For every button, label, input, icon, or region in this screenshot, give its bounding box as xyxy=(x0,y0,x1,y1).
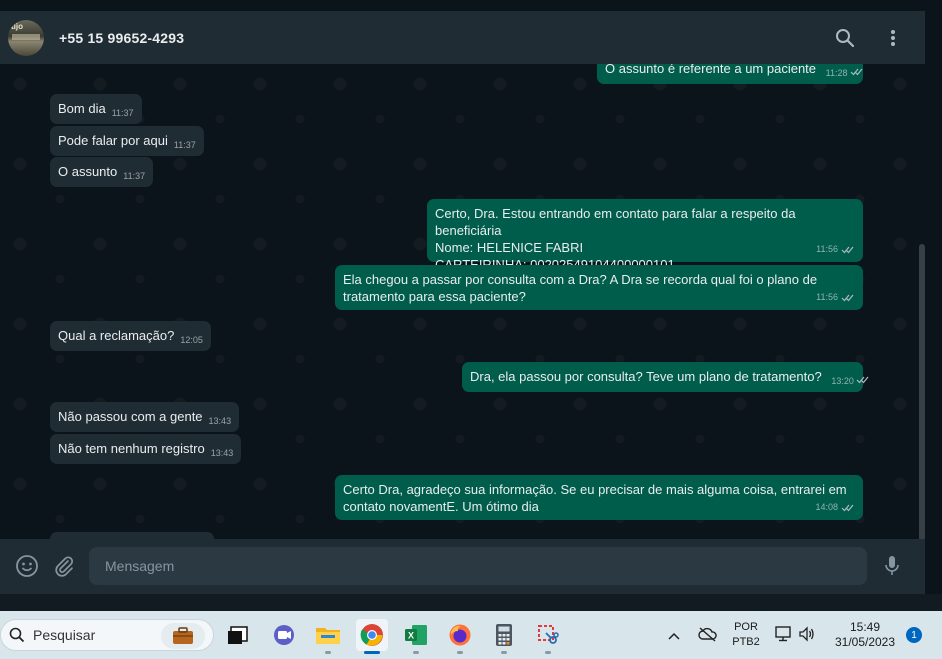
chat-header: ujo +55 15 99652-4293 xyxy=(0,11,925,64)
clock-date: 31/05/2023 xyxy=(834,635,896,649)
task-view-icon[interactable] xyxy=(222,619,254,651)
taskbar-search[interactable]: Pesquisar xyxy=(0,619,214,651)
volume-icon[interactable] xyxy=(798,626,816,647)
message-text: Não passou com a gente xyxy=(58,409,203,424)
language-indicator[interactable]: POR PTB2 xyxy=(730,620,762,650)
briefcase-icon[interactable] xyxy=(161,623,205,649)
composer: Mensagem xyxy=(0,539,925,594)
taskbar-search-placeholder: Pesquisar xyxy=(33,627,96,643)
search-icon xyxy=(9,627,25,643)
message-time: 13:20 xyxy=(831,376,870,386)
excel-icon[interactable]: X xyxy=(400,619,432,654)
network-icon[interactable] xyxy=(775,626,793,647)
message-time: 12:05 xyxy=(180,335,203,345)
snipping-tool-icon[interactable] xyxy=(532,619,564,654)
avatar-text: ujo xyxy=(11,21,23,31)
contact-name[interactable]: +55 15 99652-4293 xyxy=(59,30,184,46)
message-incoming[interactable]: Bom dia 11:37 xyxy=(50,94,142,124)
message-time: 13:43 xyxy=(210,448,234,458)
firefox-icon[interactable] xyxy=(444,619,476,654)
read-ticks-icon xyxy=(850,68,863,76)
read-ticks-icon xyxy=(841,246,854,254)
window-bottom-strip xyxy=(0,594,942,611)
message-incoming[interactable]: Pode falar por aqui 11:37 xyxy=(50,126,204,156)
read-ticks-icon xyxy=(841,504,854,512)
chrome-icon[interactable] xyxy=(356,619,388,654)
message-outgoing[interactable]: Dra, ela passou por consulta? Teve um pl… xyxy=(462,362,869,392)
calculator-icon[interactable] xyxy=(488,619,520,654)
message-incoming[interactable]: Não passou com a gente 13:43 xyxy=(50,402,240,432)
message-input[interactable]: Mensagem xyxy=(89,547,867,585)
window-top-strip xyxy=(0,0,942,11)
read-ticks-icon xyxy=(841,294,854,302)
menu-dots-icon[interactable] xyxy=(881,26,905,50)
message-time: 11:37 xyxy=(123,171,146,181)
message-line: Ela chegou a passar por consulta com a D… xyxy=(343,272,818,287)
message-input-placeholder: Mensagem xyxy=(105,558,175,574)
chevron-up-icon[interactable] xyxy=(668,628,680,646)
message-text: Bom dia xyxy=(58,101,106,116)
keyboard-layout: PTB2 xyxy=(732,636,760,648)
read-ticks-icon xyxy=(856,376,869,384)
message-text: Pode falar por aqui xyxy=(58,133,168,148)
svg-text:X: X xyxy=(408,631,414,641)
message-text: O assunto é referente a um paciente xyxy=(605,64,817,76)
message-time: 11:37 xyxy=(111,108,134,118)
message-outgoing[interactable]: Certo Dra, agradeço sua informação. Se e… xyxy=(335,475,863,520)
avatar[interactable]: ujo xyxy=(8,19,44,56)
window-gutter xyxy=(925,11,942,594)
search-icon[interactable] xyxy=(833,26,857,50)
message-incoming[interactable]: O assunto 11:37 xyxy=(50,157,154,187)
attach-icon[interactable] xyxy=(51,553,77,579)
message-time: 11:56 xyxy=(816,241,855,258)
clock[interactable]: 15:49 31/05/2023 xyxy=(830,620,900,650)
clock-time: 15:49 xyxy=(849,620,881,634)
message-text: Qual a reclamação? xyxy=(58,328,175,343)
taskbar: Pesquisar X POR PTB2 15:49 31/05/2023 1 xyxy=(0,611,942,659)
message-line: Certo, Dra. Estou entrando em contato pa… xyxy=(435,206,796,238)
message-time: 11:28 xyxy=(826,68,864,78)
emoji-icon[interactable] xyxy=(14,553,40,579)
message-line: Certo Dra, agradeço sua informação. Se e… xyxy=(343,482,847,497)
language-code: POR xyxy=(734,621,758,633)
message-incoming-partial[interactable] xyxy=(50,532,214,539)
message-time: 11:56 xyxy=(816,289,855,306)
message-text: Não tem nenhum registro xyxy=(58,441,205,456)
cloud-offline-icon[interactable] xyxy=(698,626,718,647)
chat-area[interactable]: O assunto é referente a um paciente 11:2… xyxy=(0,64,925,539)
message-outgoing[interactable]: O assunto é referente a um paciente 11:2… xyxy=(597,64,863,84)
microphone-icon[interactable] xyxy=(879,553,905,579)
meet-icon[interactable] xyxy=(268,619,300,651)
message-outgoing[interactable]: Ela chegou a passar por consulta com a D… xyxy=(335,265,863,310)
message-time: 14:08 xyxy=(815,499,855,516)
message-time: 13:43 xyxy=(208,416,232,426)
message-text: O assunto xyxy=(58,164,118,179)
message-incoming[interactable]: Qual a reclamação? 12:05 xyxy=(50,321,211,351)
message-outgoing[interactable]: Certo, Dra. Estou entrando em contato pa… xyxy=(427,199,863,272)
message-line: contato novamentE. Um ótimo dia xyxy=(343,499,539,514)
message-line: Nome: HELENICE FABRI xyxy=(435,240,584,255)
message-line: tratamento para essa paciente? xyxy=(343,289,526,304)
message-text: Dra, ela passou por consulta? Teve um pl… xyxy=(470,369,822,384)
message-time: 11:37 xyxy=(173,140,196,150)
notification-badge[interactable]: 1 xyxy=(906,627,922,643)
message-incoming[interactable]: Não tem nenhum registro 13:43 xyxy=(50,434,242,464)
file-explorer-icon[interactable] xyxy=(312,619,344,654)
